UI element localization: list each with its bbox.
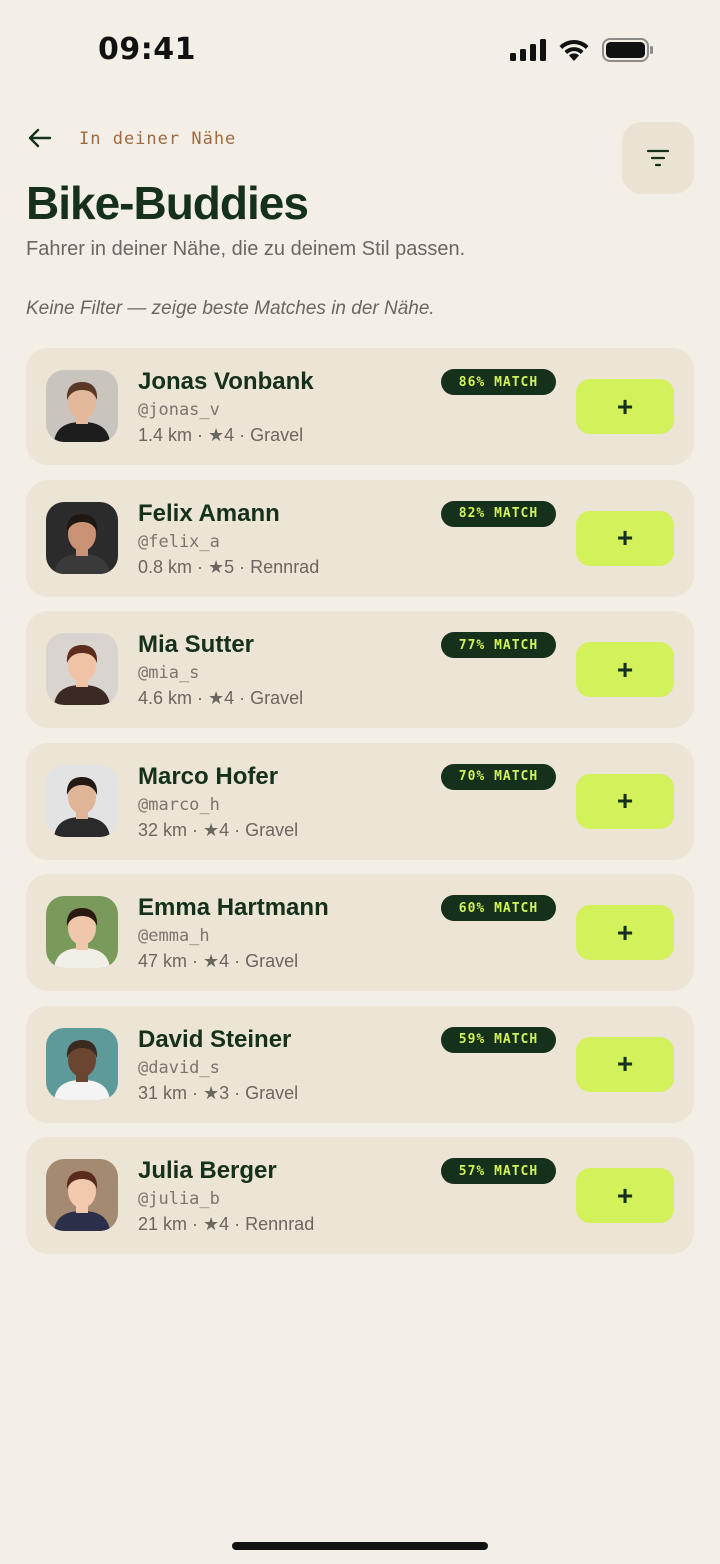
rider-meta: 0.8 km · ★5 · Rennrad — [138, 556, 320, 577]
rider-meta: 4.6 km · ★4 · Gravel — [138, 688, 304, 708]
match-badge: 57% MATCH — [441, 1158, 556, 1184]
page-subtitle: Fahrer in deiner Nähe, die zu deinem Sti… — [26, 238, 466, 260]
filter-icon — [646, 149, 670, 167]
rider-list: Jonas Vonbank @jonas_v 1.4 km · ★4 · Gra… — [26, 348, 694, 1269]
battery-icon — [602, 38, 653, 62]
arrow-left-icon — [28, 128, 52, 148]
rider-meta: 1.4 km · ★4 · Gravel — [138, 425, 304, 445]
avatar — [46, 1159, 118, 1231]
match-badge: 77% MATCH — [441, 632, 556, 658]
rider-card[interactable]: Marco Hofer @marco_h 32 km · ★4 · Gravel… — [26, 742, 694, 860]
avatar — [46, 501, 118, 574]
rider-card[interactable]: David Steiner @david_s 31 km · ★3 · Grav… — [26, 1005, 694, 1123]
rider-handle: @jonas_v — [138, 400, 220, 420]
rider-card[interactable]: Emma Hartmann @emma_h 47 km · ★4 · Grave… — [26, 874, 694, 991]
add-buddy-button[interactable]: + — [576, 1168, 674, 1223]
page-title: Bike-Buddies — [26, 177, 309, 229]
add-buddy-button[interactable]: + — [576, 905, 674, 960]
rider-meta: 32 km · ★4 · Gravel — [138, 819, 299, 840]
rider-name: David Steiner — [138, 1025, 292, 1053]
rider-handle: @emma_h — [138, 926, 210, 946]
cellular-signal-icon — [510, 39, 546, 61]
rider-meta: 47 km · ★4 · Gravel — [138, 951, 299, 971]
rider-card[interactable]: Mia Sutter @mia_s 4.6 km · ★4 · Gravel 7… — [26, 611, 694, 728]
avatar — [46, 764, 118, 837]
match-badge: 86% MATCH — [441, 369, 556, 395]
rider-handle: @mia_s — [138, 663, 200, 683]
rider-name: Emma Hartmann — [138, 894, 329, 921]
filter-button[interactable] — [622, 122, 694, 194]
rider-card[interactable]: Julia Berger @julia_b 21 km · ★4 · Rennr… — [26, 1137, 694, 1254]
rider-name: Felix Amann — [138, 499, 280, 527]
rider-name: Mia Sutter — [138, 631, 255, 658]
wifi-icon — [559, 39, 589, 61]
rider-name: Marco Hofer — [138, 762, 279, 790]
rider-handle: @david_s — [138, 1057, 220, 1078]
rider-name: Jonas Vonbank — [138, 368, 314, 395]
add-buddy-button[interactable]: + — [576, 773, 674, 829]
avatar — [46, 370, 118, 442]
add-buddy-button[interactable]: + — [576, 510, 674, 566]
rider-meta: 31 km · ★3 · Gravel — [138, 1082, 299, 1103]
match-badge: 82% MATCH — [441, 500, 556, 527]
status-bar: 09:41 — [0, 0, 720, 100]
rider-handle: @felix_a — [138, 531, 220, 552]
rider-name: Julia Berger — [138, 1157, 277, 1184]
avatar — [46, 896, 118, 968]
add-buddy-button[interactable]: + — [576, 642, 674, 697]
avatar — [46, 633, 118, 705]
breadcrumb: In deiner Nähe — [79, 129, 237, 149]
status-icons — [510, 38, 654, 62]
home-indicator — [232, 1542, 488, 1550]
rider-handle: @julia_b — [138, 1189, 220, 1209]
rider-card[interactable]: Jonas Vonbank @jonas_v 1.4 km · ★4 · Gra… — [26, 348, 694, 465]
match-badge: 70% MATCH — [441, 763, 556, 790]
add-buddy-button[interactable]: + — [576, 1036, 674, 1092]
filter-note: Keine Filter — zeige beste Matches in de… — [26, 298, 435, 319]
match-badge: 59% MATCH — [441, 1026, 556, 1053]
avatar — [46, 1027, 118, 1100]
rider-meta: 21 km · ★4 · Rennrad — [138, 1214, 315, 1234]
rider-handle: @marco_h — [138, 794, 220, 815]
rider-card[interactable]: Felix Amann @felix_a 0.8 km · ★5 · Rennr… — [26, 479, 694, 597]
status-time: 09:41 — [98, 32, 196, 67]
back-button[interactable] — [26, 126, 54, 150]
match-badge: 60% MATCH — [441, 895, 556, 921]
add-buddy-button[interactable]: + — [576, 379, 674, 434]
